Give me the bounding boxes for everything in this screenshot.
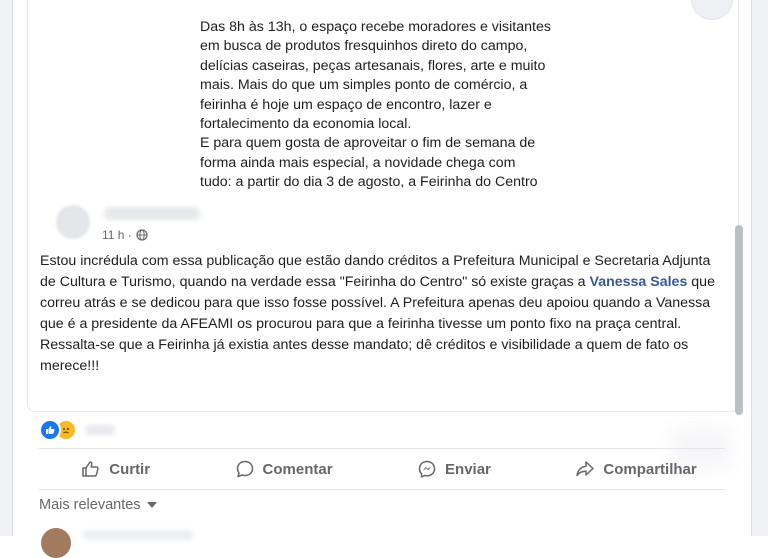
reaction-count-redacted [85,425,115,435]
commenter-name-redacted[interactable] [83,530,193,540]
scrollbar-thumb[interactable] [735,225,743,415]
share-button[interactable]: Compartilhar [575,459,697,479]
author-avatar[interactable] [56,205,90,239]
shared-post-text: Das 8h às 13h, o espaço recebe moradores… [200,19,551,191]
send-label: Enviar [445,460,491,478]
comment-sort-dropdown[interactable]: Mais relevantes [39,497,157,513]
comment-button[interactable]: Comentar [235,459,333,479]
post-meta: 11 h · [102,228,148,242]
post-text-part3: Ressalta-se que a Feirinha já existia an… [40,337,689,374]
like-icon [39,419,61,441]
like-label: Curtir [109,460,151,478]
globe-icon [136,229,148,241]
mention-link[interactable]: Vanessa Sales [590,274,688,290]
send-button[interactable]: Enviar [417,459,491,479]
post-body: Estou incrédula com essa publicação que … [40,251,730,377]
share-icon [576,461,595,477]
thumbs-up-icon [82,461,99,477]
like-button[interactable]: Curtir [81,459,150,479]
app-frame: Das 8h às 13h, o espaço recebe moradores… [0,0,768,558]
post-timestamp[interactable]: 11 h · [102,228,132,242]
commenter-avatar[interactable] [41,528,71,558]
caret-down-icon [146,502,157,508]
actions-top-divider [39,448,725,449]
post-actions-bar: Curtir Comentar Enviar Compartilhar [39,450,739,488]
comment-sort-label: Mais relevantes [39,497,141,513]
reactions-summary[interactable] [39,419,115,441]
post-card: 11 h · Estou incrédula com essa publicaç… [27,193,739,412]
messenger-icon [418,460,436,478]
actions-bottom-divider [39,489,725,490]
comment-label: Comentar [262,460,333,478]
comment-icon [236,460,253,478]
author-name-redacted[interactable] [104,207,200,220]
feed-page: Das 8h às 13h, o espaço recebe moradores… [12,0,752,558]
share-label: Compartilhar [603,460,697,478]
